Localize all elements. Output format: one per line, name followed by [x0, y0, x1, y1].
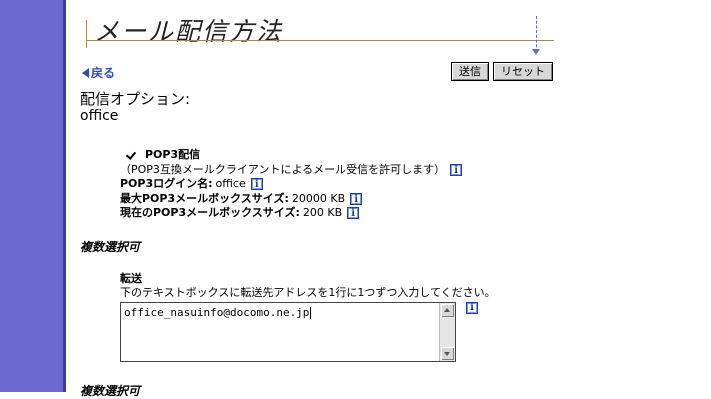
reset-button[interactable]: リセット — [493, 62, 553, 81]
dashed-guide-line — [536, 16, 537, 52]
pop3-max-size-label: 最大POP3メールボックスサイズ: — [120, 191, 289, 205]
sidebar-edge — [63, 0, 66, 392]
info-icon[interactable] — [250, 178, 263, 193]
multi-select-label-2: 複数選択可 — [80, 384, 141, 398]
info-icon[interactable] — [466, 302, 478, 314]
textarea-scrollbar[interactable] — [439, 303, 455, 361]
title-rule-vertical — [86, 20, 87, 48]
pop3-label: POP3配信 — [145, 148, 201, 161]
dashed-guide-arrow-icon — [532, 49, 540, 55]
pop3-login-label: POP3ログイン名: — [120, 177, 213, 190]
multi-select-label: 複数選択可 — [80, 240, 141, 254]
page-title: メール配信方法 — [94, 17, 284, 46]
info-icon[interactable] — [347, 207, 360, 222]
pop3-login-value: office — [215, 177, 246, 190]
pop3-description: （POP3互換メールクライアントによるメール受信を許可します） — [120, 162, 446, 176]
title-rule-horizontal — [86, 40, 554, 41]
scroll-up-icon[interactable] — [441, 304, 454, 317]
info-icon[interactable] — [450, 163, 463, 178]
text-caret — [310, 307, 312, 319]
forward-address-textarea[interactable]: office_nasuinfo@docomo.ne.jp — [120, 302, 456, 362]
account-name: office — [80, 108, 119, 124]
left-sidebar — [0, 0, 63, 392]
forward-instructions: 下のテキストボックスに転送先アドレスを1行に1つずつ入力してください。 — [120, 286, 496, 299]
pop3-max-size-value: 20000 KB — [291, 191, 346, 205]
forward-label: 転送 — [120, 272, 142, 285]
info-icon[interactable] — [350, 192, 363, 207]
pop3-current-size-label: 現在のPOP3メールボックスサイズ: — [120, 206, 300, 219]
page-title-area: メール配信方法 — [86, 14, 554, 48]
back-link-label: 戻る — [91, 66, 116, 80]
pop3-options: POP3配信 （POP3互換メールクライアントによるメール受信を許可します） P… — [120, 148, 463, 222]
back-link[interactable]: 戻る — [82, 64, 115, 81]
delivery-options-heading: 配信オプション: — [80, 90, 191, 108]
scroll-down-icon[interactable] — [441, 347, 454, 360]
pop3-current-size-value: 200 KB — [302, 206, 343, 219]
forward-address-text: office_nasuinfo@docomo.ne.jp — [124, 306, 310, 319]
send-button[interactable]: 送信 — [451, 62, 489, 81]
forward-section: 転送 下のテキストボックスに転送先アドレスを1行に1つずつ入力してください。 — [120, 272, 496, 300]
back-arrow-icon — [82, 67, 89, 78]
pop3-checkbox[interactable] — [125, 150, 136, 161]
